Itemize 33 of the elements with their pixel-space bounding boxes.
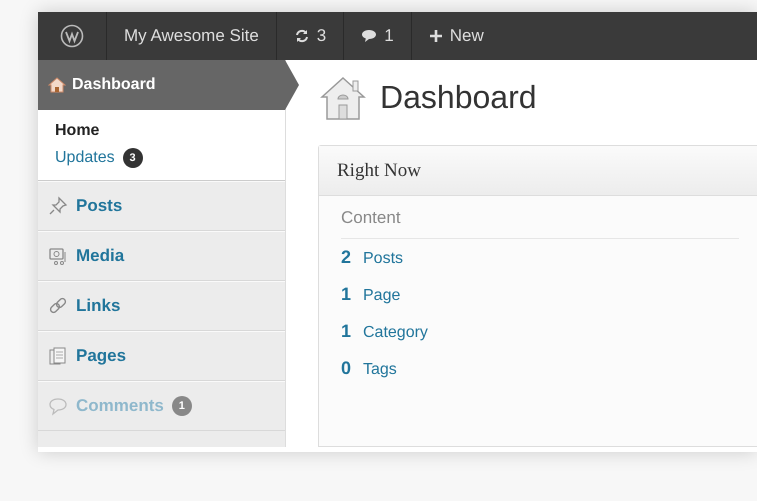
updates-link[interactable]: 3 xyxy=(276,12,344,60)
refresh-icon xyxy=(294,28,310,44)
count-value: 0 xyxy=(341,358,352,379)
plus-icon xyxy=(428,29,443,43)
submenu-link[interactable]: Updates 3 xyxy=(55,148,143,168)
house-icon xyxy=(48,77,66,93)
chain-link-icon xyxy=(48,296,68,316)
speech-bubble-icon xyxy=(361,29,378,43)
content-link[interactable]: Tags xyxy=(363,361,397,379)
content-link[interactable]: Posts xyxy=(363,250,404,268)
count-value: 1 xyxy=(341,321,352,342)
panel-title: Right Now xyxy=(337,160,421,182)
sidebar-menu-item[interactable]: Posts xyxy=(38,181,285,231)
count-badge: 1 xyxy=(172,396,192,416)
sidebar-menu-item[interactable]: Links xyxy=(38,281,285,331)
count-badge: 3 xyxy=(122,148,143,168)
comments-link[interactable]: 1 xyxy=(344,12,412,60)
count-value: 1 xyxy=(341,284,352,305)
sidebar-menu-item[interactable]: Pages xyxy=(38,331,285,381)
content-link[interactable]: Category xyxy=(363,324,428,342)
camera-music-icon xyxy=(48,246,68,266)
page-title: Dashboard xyxy=(380,79,537,116)
speech-bubble-icon xyxy=(48,396,68,416)
sidebar-menu-item[interactable]: Media xyxy=(38,231,285,281)
count-value: 2 xyxy=(341,247,352,268)
pages-icon xyxy=(48,346,68,366)
section-heading: Content xyxy=(341,196,739,239)
house-icon xyxy=(318,74,368,120)
sidebar-menu-item[interactable]: Comments 1 xyxy=(38,381,285,431)
submenu-link[interactable]: Home xyxy=(55,122,100,140)
pushpin-icon xyxy=(48,196,68,216)
new-link[interactable]: New xyxy=(412,12,501,60)
content-link[interactable]: Page xyxy=(363,287,400,305)
